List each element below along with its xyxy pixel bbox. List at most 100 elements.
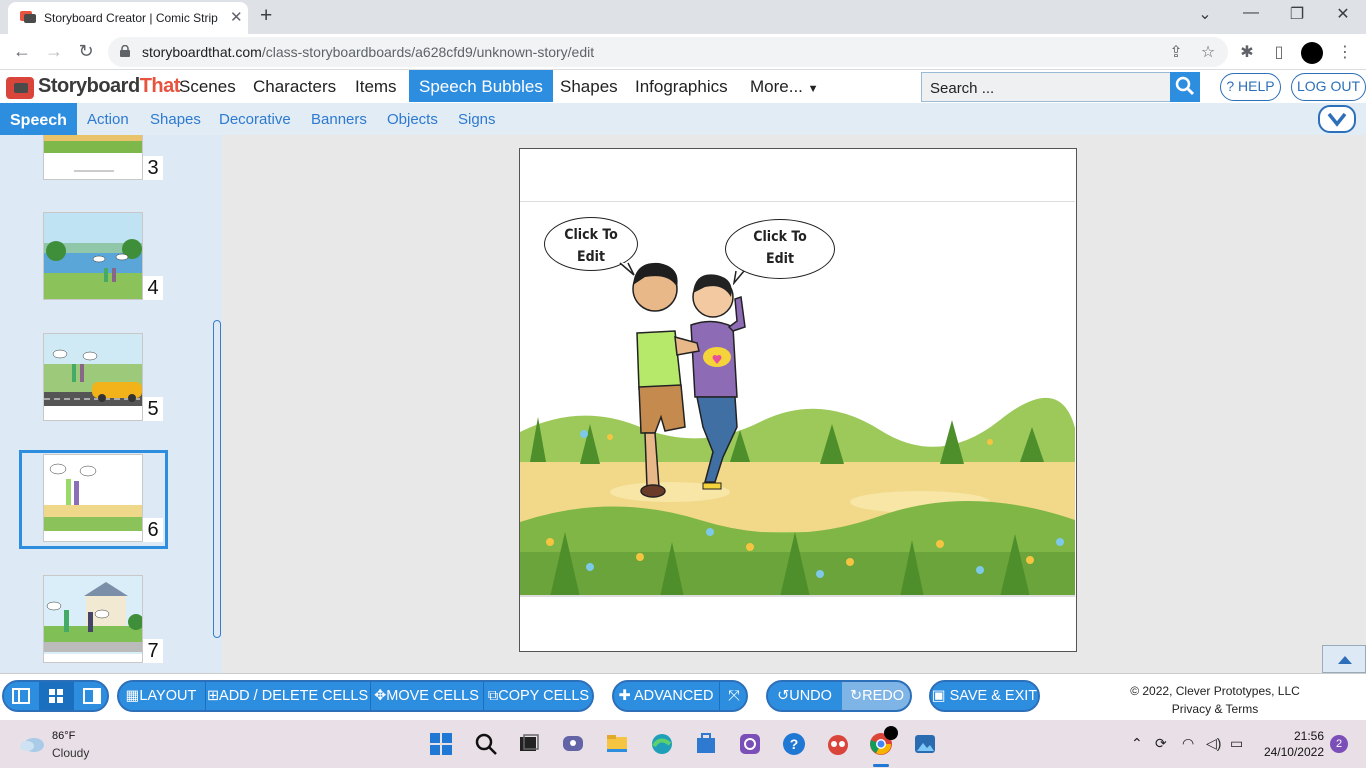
browser-tab[interactable]: Storyboard Creator | Comic Strip ✕	[8, 2, 248, 34]
couple-characters[interactable]	[625, 257, 765, 507]
nav-speech-bubbles[interactable]: Speech Bubbles	[409, 70, 553, 102]
grid-icon	[49, 689, 63, 703]
layout-button[interactable]: ▦LAYOUT	[119, 682, 203, 710]
grid-view-button[interactable]	[39, 682, 74, 710]
url-field[interactable]: storyboardthat.com/class-storyboardboard…	[108, 37, 1228, 67]
volume-icon[interactable]: ◁)	[1206, 735, 1221, 752]
search-taskbar-icon[interactable]	[474, 732, 498, 756]
logout-button[interactable]: LOG OUT	[1291, 73, 1366, 101]
profile-avatar[interactable]	[1301, 42, 1323, 64]
tab-search-icon[interactable]: ⌄	[1195, 4, 1215, 24]
privacy-terms-link[interactable]: Privacy & Terms	[1100, 700, 1330, 718]
file-explorer-icon[interactable]	[605, 732, 629, 756]
redo-button[interactable]: ↻REDO	[842, 682, 910, 710]
subnav-decorative[interactable]: Decorative	[219, 111, 291, 128]
clock-time[interactable]: 21:56	[1262, 729, 1324, 743]
thumbnail-scene-image	[44, 213, 142, 299]
url-path: /class-storyboardboards/a628cfd9/unknown…	[261, 44, 595, 60]
browser-tab-bar: Storyboard Creator | Comic Strip ✕ + ⌄ —…	[0, 0, 1366, 34]
tab-title: Storyboard Creator | Comic Strip	[44, 11, 218, 25]
thumbnail-cell-7[interactable]	[43, 575, 143, 663]
storyboard-cell[interactable]: Click To Edit Click To Edit	[519, 148, 1077, 652]
search-button[interactable]	[1170, 72, 1200, 102]
chrome-profile-badge	[884, 726, 898, 740]
minimize-icon[interactable]: —	[1241, 4, 1261, 22]
storyboard-favicon-icon	[20, 11, 36, 23]
nav-items[interactable]: Items	[345, 70, 407, 102]
nav-shapes[interactable]: Shapes	[550, 70, 628, 102]
show-hidden-icons[interactable]: ⌃	[1131, 735, 1143, 752]
wifi-icon[interactable]: ◠	[1182, 735, 1194, 752]
purple-app-icon[interactable]	[738, 732, 762, 756]
copyright-text: © 2022, Clever Prototypes, LLC	[1130, 684, 1300, 698]
undo-icon: ↺	[777, 688, 790, 704]
new-tab-icon[interactable]: +	[260, 4, 272, 28]
photos-app-icon[interactable]	[913, 732, 937, 756]
single-cell-view-button[interactable]	[75, 682, 107, 710]
back-icon[interactable]: ←	[10, 41, 34, 62]
extensions-icon[interactable]: ✱	[1237, 42, 1257, 62]
storyboard-view-button[interactable]	[4, 682, 38, 710]
cloudy-weather-icon[interactable]	[18, 732, 46, 754]
teams-chat-icon[interactable]	[561, 732, 585, 756]
close-window-icon[interactable]: ✕	[1333, 4, 1353, 24]
help-button[interactable]: ? HELP	[1220, 73, 1281, 101]
redo-label: REDO	[862, 688, 905, 704]
forward-icon[interactable]: →	[42, 41, 66, 62]
thumbnail-cell-6[interactable]	[43, 454, 143, 542]
subnav-banners[interactable]: Banners	[311, 111, 367, 128]
game-app-icon[interactable]	[826, 732, 850, 756]
notification-badge[interactable]: 2	[1330, 735, 1348, 753]
windows-start-icon[interactable]	[429, 732, 453, 756]
help-app-icon[interactable]: ?	[782, 732, 806, 756]
search-input[interactable]: Search ...	[921, 72, 1171, 102]
subnav-signs[interactable]: Signs	[458, 111, 496, 128]
logo-mark-icon	[6, 77, 34, 99]
move-cells-button[interactable]: ✥MOVE CELLS	[370, 682, 482, 710]
thumbnail-scene-image	[44, 334, 142, 420]
cell-tools-group: ▦LAYOUT ⊞ADD / DELETE CELLS ✥MOVE CELLS …	[117, 680, 594, 712]
close-tab-icon[interactable]: ✕	[230, 8, 243, 26]
edge-browser-icon[interactable]	[650, 732, 674, 756]
side-panel-icon[interactable]: ▯	[1269, 42, 1289, 62]
advanced-button[interactable]: ✚ ADVANCED	[614, 682, 718, 710]
thumbnail-scene-image	[44, 135, 142, 179]
thumbnail-number: 5	[143, 397, 163, 421]
expand-library-button[interactable]	[1318, 105, 1356, 133]
subnav-shapes[interactable]: Shapes	[150, 111, 201, 128]
thumbnail-cell-5[interactable]	[43, 333, 143, 421]
battery-icon[interactable]: ▭	[1230, 735, 1243, 752]
subnav-action[interactable]: Action	[87, 111, 129, 128]
cell-description-area[interactable]	[520, 597, 1075, 650]
history-group: ↺UNDO ↻REDO	[766, 680, 912, 712]
share-icon[interactable]: ⇪	[1166, 42, 1186, 62]
subnav-speech[interactable]: Speech	[0, 103, 77, 135]
nav-infographics[interactable]: Infographics	[625, 70, 738, 102]
scroll-up-button[interactable]	[1322, 645, 1366, 673]
add-delete-cells-button[interactable]: ⊞ADD / DELETE CELLS	[205, 682, 369, 710]
copy-cells-button[interactable]: ⧉COPY CELLS	[483, 682, 592, 710]
bubble-right-tail-icon	[732, 270, 745, 285]
reload-icon[interactable]: ↻	[74, 41, 98, 62]
nav-more[interactable]: More... ▼	[740, 70, 829, 102]
thumbnail-cell-4[interactable]	[43, 212, 143, 300]
browser-menu-icon[interactable]: ⋮	[1335, 42, 1355, 62]
fullscreen-button[interactable]: ⤧	[719, 682, 746, 710]
nav-scenes[interactable]: Scenes	[169, 70, 246, 102]
task-view-icon[interactable]	[517, 732, 541, 756]
clock-date[interactable]: 24/10/2022	[1250, 745, 1324, 759]
thumbnail-scrollbar[interactable]	[213, 320, 221, 638]
save-exit-button[interactable]: ▣ SAVE & EXIT	[931, 682, 1038, 710]
nav-characters[interactable]: Characters	[243, 70, 346, 102]
url-host: storyboardthat.com	[142, 44, 262, 60]
sync-icon[interactable]: ⟳	[1155, 735, 1167, 752]
subnav-objects[interactable]: Objects	[387, 111, 438, 128]
microsoft-store-icon[interactable]	[694, 732, 718, 756]
restore-icon[interactable]: ❐	[1287, 4, 1307, 24]
thumbnail-cell-3[interactable]	[43, 135, 143, 180]
layout-view-group	[2, 680, 109, 712]
bookmark-star-icon[interactable]: ☆	[1198, 42, 1218, 62]
undo-button[interactable]: ↺UNDO	[768, 682, 841, 710]
cell-title-area[interactable]	[520, 149, 1075, 202]
thumbnail-scene-image	[44, 576, 142, 662]
